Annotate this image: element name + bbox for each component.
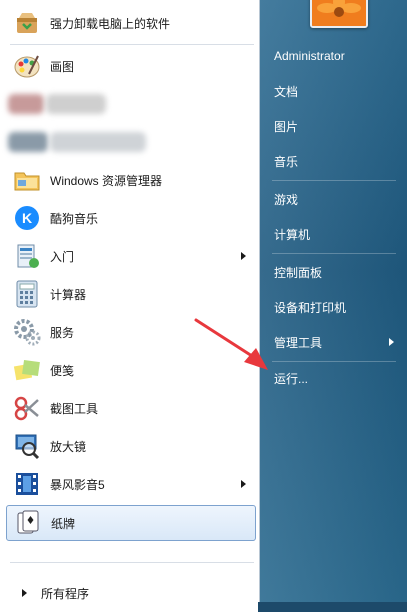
places-item-label: 运行... — [274, 371, 309, 386]
magnifier-icon — [12, 431, 42, 461]
menu-item-kugou[interactable]: K 酷狗音乐 — [6, 200, 256, 236]
places-item-label: 图片 — [274, 119, 299, 134]
menu-item-label: 强力卸载电脑上的软件 — [50, 16, 171, 31]
blurred-icon — [8, 132, 48, 152]
menu-item-snipping-tool[interactable]: 截图工具 — [6, 390, 256, 426]
places-item-pictures[interactable]: 图片 — [266, 112, 402, 140]
menu-item-solitaire[interactable]: 纸牌 — [6, 505, 256, 541]
blurred-program-item[interactable] — [6, 124, 256, 160]
places-item-label: 音乐 — [274, 154, 299, 169]
services-gear-icon — [12, 317, 42, 347]
uninstall-box-icon — [12, 8, 42, 38]
separator — [10, 44, 254, 45]
places-item-documents[interactable]: 文档 — [266, 77, 402, 105]
places-item-control-panel[interactable]: 控制面板 — [266, 258, 402, 286]
calculator-icon — [12, 279, 42, 309]
solitaire-cards-icon — [13, 508, 43, 538]
blurred-label — [46, 94, 106, 114]
menu-item-label: 暴风影音5 — [50, 477, 105, 492]
getting-started-icon — [12, 241, 42, 271]
sticky-notes-icon — [12, 355, 42, 385]
menu-item-magnifier[interactable]: 放大镜 — [6, 428, 256, 464]
all-programs-label: 所有程序 — [41, 586, 90, 601]
places-item-games[interactable]: 游戏 — [266, 185, 402, 213]
submenu-arrow-icon — [241, 480, 246, 488]
all-programs-button[interactable]: 所有程序 — [0, 574, 258, 612]
menu-item-label: 画图 — [50, 59, 75, 74]
places-item-music[interactable]: 音乐 — [266, 147, 402, 175]
places-item-label: 控制面板 — [274, 265, 323, 280]
places-separator — [272, 253, 396, 254]
places-separator — [272, 180, 396, 181]
menu-item-sticky-notes[interactable]: 便笺 — [6, 352, 256, 388]
menu-item-windows-explorer[interactable]: Windows 资源管理器 — [6, 162, 256, 198]
places-item-label: 游戏 — [274, 192, 299, 207]
baofeng-film-icon — [12, 469, 42, 499]
menu-item-label: 便笺 — [50, 363, 75, 378]
blurred-label — [50, 132, 146, 152]
flower-avatar-image — [312, 0, 366, 26]
places-item-label: 计算机 — [274, 227, 311, 242]
menu-item-label: 酷狗音乐 — [50, 211, 99, 226]
places-item-administrator[interactable]: Administrator — [266, 42, 402, 70]
places-item-label: 管理工具 — [274, 335, 323, 350]
menu-item-label: 纸牌 — [51, 516, 76, 531]
kugou-k-icon: K — [12, 203, 42, 233]
blurred-program-item[interactable] — [6, 86, 256, 122]
menu-item-label: 计算器 — [50, 287, 87, 302]
expand-arrow-icon — [22, 589, 27, 597]
places-item-admin-tools[interactable]: 管理工具 — [266, 328, 402, 356]
paint-palette-icon — [12, 51, 42, 81]
menu-item-label: 放大镜 — [50, 439, 87, 454]
menu-item-getting-started[interactable]: 入门 — [6, 238, 256, 274]
menu-item-label: 服务 — [50, 325, 75, 340]
menu-item-calculator[interactable]: 计算器 — [6, 276, 256, 312]
folder-explorer-icon — [12, 165, 42, 195]
separator — [10, 562, 254, 563]
menu-item-baofeng[interactable]: 暴风影音5 — [6, 466, 256, 502]
menu-item-services[interactable]: 服务 — [6, 314, 256, 350]
places-item-label: 设备和打印机 — [274, 300, 347, 315]
menu-item-paint[interactable]: 画图 — [6, 48, 256, 84]
submenu-arrow-icon — [241, 252, 246, 260]
submenu-arrow-icon — [389, 338, 394, 346]
places-item-label: Administrator — [274, 49, 345, 63]
snipping-scissors-icon — [12, 393, 42, 423]
places-item-computer[interactable]: 计算机 — [266, 220, 402, 248]
menu-item-uninstall[interactable]: 强力卸载电脑上的软件 — [6, 5, 256, 41]
places-item-run[interactable]: 运行... — [266, 364, 402, 392]
svg-text:K: K — [22, 210, 32, 226]
menu-item-label: 入门 — [50, 249, 75, 264]
blurred-icon — [8, 94, 44, 114]
places-item-devices-printers[interactable]: 设备和打印机 — [266, 293, 402, 321]
user-avatar[interactable] — [310, 0, 368, 28]
places-item-label: 文档 — [274, 84, 299, 99]
menu-item-label: 截图工具 — [50, 401, 99, 416]
places-separator — [272, 361, 396, 362]
menu-item-label: Windows 资源管理器 — [50, 173, 163, 188]
